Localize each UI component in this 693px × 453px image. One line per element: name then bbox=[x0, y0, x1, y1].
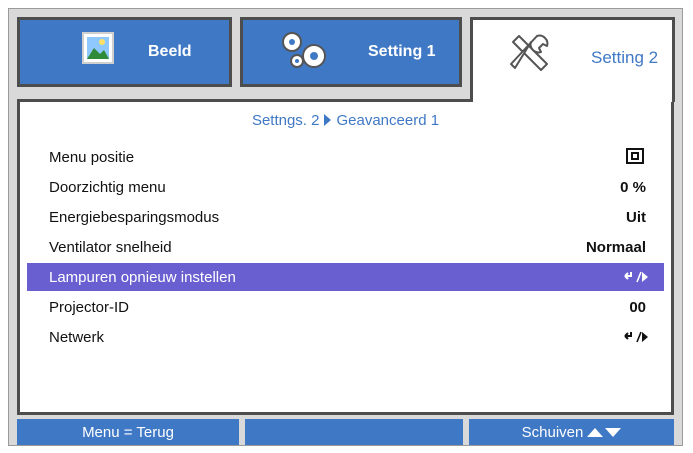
tab-label: Setting 2 bbox=[591, 48, 659, 67]
menu-item-label: Ventilator snelheid bbox=[49, 238, 172, 256]
footer-back[interactable]: Menu = Terug bbox=[17, 419, 239, 445]
menu-item-doorzichtig-menu[interactable]: Doorzichtig menu 0 % bbox=[27, 173, 664, 201]
tab-setting-2[interactable]: Setting 2 bbox=[470, 17, 675, 102]
breadcrumb-current: Geavanceerd 1 bbox=[336, 112, 440, 129]
menu-item-menu-positie[interactable]: Menu positie bbox=[27, 143, 664, 171]
menu-item-ventilator-snelheid[interactable]: Ventilator snelheid Normaal bbox=[27, 233, 664, 261]
menu-item-label: Netwerk bbox=[49, 328, 105, 346]
enter-arrow-icon bbox=[622, 270, 648, 288]
menu-item-label: Doorzichtig menu bbox=[49, 178, 166, 196]
gears-icon bbox=[279, 29, 331, 76]
menu-item-label: Menu positie bbox=[49, 148, 135, 166]
menu-position-icon bbox=[626, 148, 644, 168]
menu-item-energiebesparingsmodus[interactable]: Energiebesparingsmodus Uit bbox=[27, 203, 664, 231]
menu-item-netwerk[interactable]: Netwerk bbox=[27, 323, 664, 351]
settings-panel: Settngs. 2 Geavanceerd 1 Menu positie Doo… bbox=[17, 99, 674, 415]
osd-menu: Beeld Setting 1 Setting 2 Settngs. 2 Gea… bbox=[8, 8, 683, 446]
tab-setting-1[interactable]: Setting 1 bbox=[240, 17, 462, 87]
enter-arrow-icon bbox=[622, 330, 648, 348]
tab-label: Setting 1 bbox=[368, 43, 436, 60]
breadcrumb-parent[interactable]: Settngs. 2 bbox=[252, 112, 320, 129]
arrow-down-icon bbox=[605, 427, 622, 437]
menu-item-lampuren-opnieuw-instellen[interactable]: Lampuren opnieuw instellen bbox=[27, 263, 664, 291]
footer-scroll-label: Schuiven bbox=[521, 423, 584, 441]
chevron-right-icon bbox=[324, 114, 332, 126]
tools-icon bbox=[507, 32, 551, 81]
footer-scroll[interactable]: Schuiven bbox=[469, 419, 674, 445]
menu-item-label: Projector-ID bbox=[49, 298, 130, 316]
menu-item-value: 00 bbox=[629, 298, 646, 316]
image-icon bbox=[80, 30, 116, 71]
menu-item-projector-id[interactable]: Projector-ID 00 bbox=[27, 293, 664, 321]
menu-item-label: Energiebesparingsmodus bbox=[49, 208, 220, 226]
footer-middle bbox=[245, 419, 463, 445]
menu-item-label: Lampuren opnieuw instellen bbox=[49, 268, 236, 286]
menu-item-value: 0 % bbox=[620, 178, 646, 196]
menu-item-value: Normaal bbox=[585, 238, 646, 256]
arrow-up-icon bbox=[587, 427, 604, 437]
menu-item-value: Uit bbox=[626, 208, 646, 226]
tab-label: Beeld bbox=[148, 43, 192, 60]
footer-back-label: Menu = Terug bbox=[82, 423, 174, 441]
tab-beeld[interactable]: Beeld bbox=[17, 17, 232, 87]
breadcrumb: Settngs. 2 Geavanceerd 1 bbox=[20, 112, 671, 129]
